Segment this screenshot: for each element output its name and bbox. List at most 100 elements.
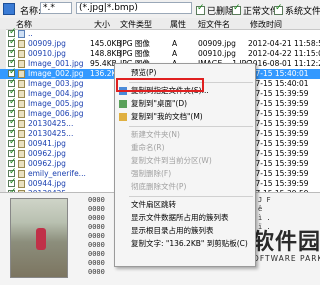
file-mtime: -07-15 15:39:59 — [248, 179, 309, 188]
row-checkbox-icon[interactable] — [8, 97, 17, 107]
file-icon — [18, 60, 25, 68]
checkbox-icon[interactable] — [232, 3, 241, 15]
context-menu: 预览(P) 复制到指定文件夹(S)... 复制到"桌面"(D) 复制到"我的文档"(M… — [114, 63, 256, 267]
menu-item[interactable]: 文件扇区跳转 — [115, 199, 255, 211]
menu-item-label: 复制到"我的文档"(M) — [131, 112, 203, 121]
checkbox-icon[interactable] — [196, 3, 205, 15]
file-icon — [18, 140, 25, 148]
filter-normal-option[interactable]: 正常文件 — [232, 3, 279, 17]
file-name: 00941.jpg — [28, 139, 66, 148]
row-checkbox-icon[interactable] — [8, 77, 17, 87]
hex-offset: 0000 — [88, 268, 105, 276]
menu-item[interactable]: 显示根目录占用的簇列表 — [115, 225, 255, 237]
file-icon — [18, 160, 25, 168]
row-checkbox-icon[interactable] — [8, 57, 17, 67]
menu-item[interactable]: 显示文件数据所占用的簇列表 — [115, 212, 255, 224]
file-icon — [18, 40, 25, 48]
menu-item-label: 复制文字: "136.2KB" 到剪贴板(C) — [131, 239, 248, 248]
file-attr: A — [172, 49, 178, 58]
row-checkbox-icon[interactable] — [8, 177, 17, 187]
file-row[interactable]: 00910.jpg 148.8KBJPG 图像 A 00910.jpg 2012-04-… — [0, 47, 320, 59]
file-mtime: -07-15 15:40:01 — [248, 79, 309, 88]
file-name: Image_003.jpg — [28, 79, 84, 88]
file-short-name: 00910.jpg — [198, 49, 236, 58]
menu-item-label: 文件扇区跳转 — [131, 200, 176, 209]
file-mtime: -07-15 15:39:59 — [248, 149, 309, 158]
menu-item-label: 强制删除(F) — [131, 169, 172, 178]
menu-item-label: 显示文件数据所占用的簇列表 — [131, 213, 229, 222]
pattern-filter-input[interactable]: (*.jpg|*.bmp) — [76, 2, 192, 14]
file-name: 00962.jpg — [28, 149, 66, 158]
file-attr: A — [172, 39, 178, 48]
file-name: 00910.jpg — [28, 49, 66, 58]
file-name: 00909.jpg — [28, 39, 66, 48]
row-checkbox-icon[interactable] — [8, 27, 17, 37]
file-mtime: -07-15 15:39:59 — [248, 89, 309, 98]
file-mtime: 2016-08-01 11:12:22 — [248, 59, 320, 68]
file-type: JPG 图像 — [120, 39, 150, 48]
menu-item-icon — [119, 113, 127, 121]
file-name: Image_002.jpg — [28, 69, 84, 78]
highlight-annotation — [116, 78, 204, 92]
file-mtime: -07-15 15:39:59 — [248, 139, 309, 148]
row-checkbox-icon[interactable] — [8, 107, 17, 117]
file-mtime: 2012-04-22 11:15:01 — [248, 49, 320, 58]
menu-item-label: 显示根目录占用的簇列表 — [131, 226, 214, 235]
menu-separator — [129, 196, 253, 197]
row-checkbox-icon[interactable] — [8, 167, 17, 177]
file-name: 00944.jpg — [28, 179, 66, 188]
menu-item[interactable]: 彻底删除文件(P) — [115, 181, 255, 193]
row-checkbox-icon[interactable] — [8, 157, 17, 167]
file-row[interactable]: 00909.jpg 145.0KBJPG 图像 A 00909.jpg 2012-04-… — [0, 37, 320, 49]
row-checkbox-icon[interactable] — [8, 87, 17, 97]
file-mtime: -07-15 15:40:01 — [248, 69, 309, 78]
filter-system-option[interactable]: 系统文件 — [274, 3, 320, 17]
file-icon — [18, 100, 25, 108]
file-mtime: -07-15 15:39:59 — [248, 99, 309, 108]
menu-item[interactable]: 复制文件到当前分区(W) — [115, 155, 255, 167]
row-checkbox-icon[interactable] — [8, 147, 17, 157]
row-checkbox-icon[interactable] — [8, 67, 17, 77]
file-mtime: -07-15 15:39:59 — [248, 169, 309, 178]
file-name: Image_005.jpg — [28, 99, 84, 108]
menu-item-label: 复制到"桌面"(D) — [131, 99, 188, 108]
app-icon — [3, 3, 15, 15]
preview-image-subject — [36, 228, 46, 250]
filter-deleted-option[interactable]: 已删除 — [196, 3, 234, 17]
file-size: 95.4KB — [90, 59, 117, 68]
file-name: Image_001.jpg — [28, 59, 84, 68]
menu-item-label: 重命名(R) — [131, 143, 165, 152]
row-checkbox-icon[interactable] — [8, 137, 17, 147]
row-checkbox-icon[interactable] — [8, 47, 17, 57]
row-checkbox-icon[interactable] — [8, 117, 17, 127]
file-row[interactable]: .. — [0, 27, 320, 39]
file-mtime: -07-15 15:39:59 — [248, 129, 309, 138]
menu-item[interactable]: 强制删除(F) — [115, 168, 255, 180]
file-icon — [18, 110, 25, 118]
name-filter-input[interactable]: *.* — [40, 2, 72, 14]
file-name: 00962.jpg — [28, 159, 66, 168]
menu-separator — [129, 126, 253, 127]
file-size: 145.0KB — [90, 39, 122, 48]
menu-item[interactable]: 复制到"桌面"(D) — [115, 98, 255, 110]
file-mtime: 2012-04-21 11:58:58 — [248, 39, 320, 48]
hex-ascii: ê — [258, 205, 263, 213]
row-checkbox-icon[interactable] — [8, 37, 17, 47]
file-icon — [18, 120, 25, 128]
menu-item[interactable]: 复制文字: "136.2KB" 到剪贴板(C) — [115, 238, 255, 250]
hex-ascii: J F — [258, 196, 271, 204]
menu-item[interactable]: 新建文件夹(N) — [115, 129, 255, 141]
file-mtime: -07-15 15:39:59 — [248, 109, 309, 118]
file-icon — [18, 180, 25, 188]
row-checkbox-icon[interactable] — [8, 127, 17, 137]
menu-item-icon — [119, 100, 127, 108]
checkbox-icon[interactable] — [274, 3, 283, 15]
menu-item[interactable]: 复制到"我的文档"(M) — [115, 111, 255, 123]
file-name: 20130425... — [28, 129, 74, 138]
file-icon — [18, 130, 25, 138]
menu-item[interactable]: 重命名(R) — [115, 142, 255, 154]
file-icon — [18, 50, 25, 58]
filter-bar: 名称: *.* (*.jpg|*.bmp) 已删除 正常文件 系统文件 — [0, 0, 320, 19]
file-size: 148.8KB — [90, 49, 122, 58]
file-name: 20130425... — [28, 119, 74, 128]
